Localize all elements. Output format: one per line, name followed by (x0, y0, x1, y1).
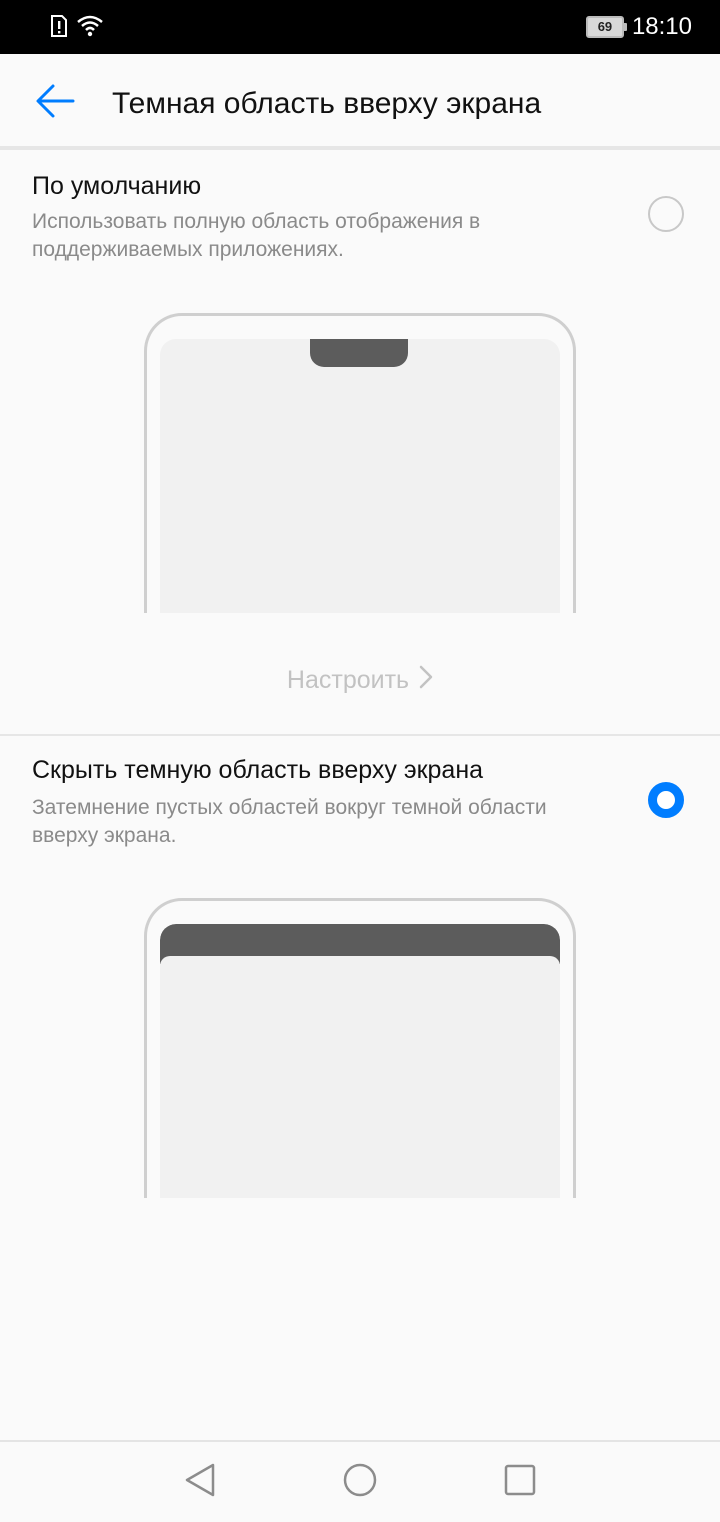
status-right-icons: 69 18:10 (585, 12, 692, 42)
nav-home-button[interactable] (340, 1462, 380, 1502)
wifi-icon (76, 15, 104, 42)
option-hide-notch-description: Затемнение пустых областей вокруг темной… (32, 796, 547, 847)
home-circle-icon (342, 1462, 378, 1503)
customize-label: Настроить (286, 665, 410, 694)
status-bar: 69 18:10 (0, 0, 720, 54)
battery-icon: 69 (585, 16, 627, 38)
phone-mockup-default (144, 313, 576, 613)
nav-back-button[interactable] (180, 1462, 220, 1502)
status-left-icons (50, 14, 104, 43)
phone-mockup-hidden-notch (144, 898, 576, 1198)
navigation-bar (0, 1440, 720, 1522)
option-default-title: По умолчанию (32, 172, 202, 200)
chevron-right-icon (419, 665, 433, 696)
arrow-left-icon (35, 83, 75, 124)
recents-square-icon (503, 1463, 537, 1502)
customize-link[interactable]: Настроить (0, 660, 720, 700)
option-default-radio[interactable] (648, 196, 684, 232)
page-title: Темная область вверху экрана (112, 87, 542, 120)
nav-recents-button[interactable] (500, 1462, 540, 1502)
option-default[interactable]: По умолчанию Использовать полную область… (0, 150, 720, 734)
option-hide-notch[interactable]: Скрыть темную область вверху экрана Зате… (0, 736, 720, 1436)
option-default-description: Использовать полную область отображения … (32, 210, 481, 261)
notch-shape (310, 339, 408, 367)
phone-mockup-screen (160, 924, 560, 1198)
option-hide-notch-title: Скрыть темную область вверху экрана (32, 756, 484, 784)
option-hide-notch-radio[interactable] (648, 782, 684, 818)
back-button[interactable] (28, 78, 82, 128)
back-triangle-icon (183, 1462, 217, 1503)
status-time: 18:10 (631, 13, 692, 40)
phone-mockup-content-area (160, 956, 560, 1198)
app-bar: Темная область вверху экрана (0, 54, 720, 148)
phone-mockup-screen (160, 339, 560, 613)
alert-sim-icon (50, 14, 68, 43)
